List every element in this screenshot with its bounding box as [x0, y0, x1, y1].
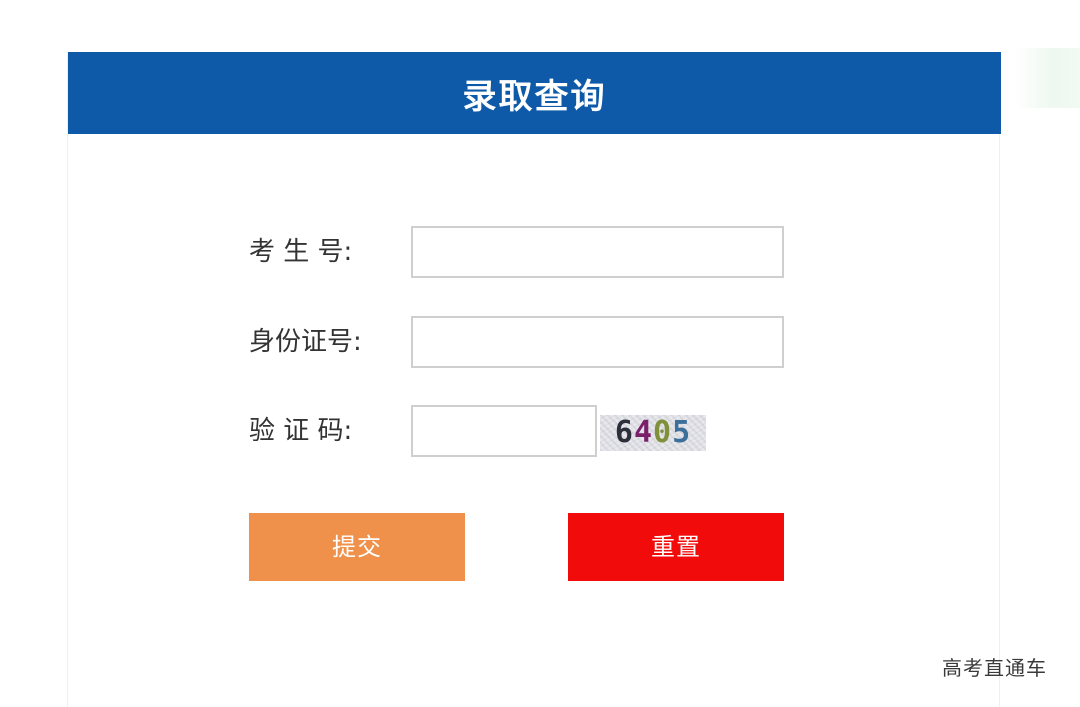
- background-glow: [1015, 48, 1080, 108]
- submit-button[interactable]: 提交: [249, 513, 465, 581]
- captcha-image[interactable]: 6 4 0 5: [600, 415, 706, 451]
- captcha-digit: 0: [653, 415, 673, 450]
- reset-button[interactable]: 重置: [568, 513, 784, 581]
- page-title: 录取查询: [462, 76, 607, 117]
- exam-number-label: 考 生 号:: [249, 237, 353, 267]
- watermark-text: 高考直通车: [942, 656, 1047, 680]
- captcha-digit: 6: [614, 415, 634, 450]
- captcha-label: 验 证 码:: [249, 416, 353, 446]
- captcha-digit: 4: [633, 415, 653, 450]
- exam-number-input[interactable]: [411, 226, 784, 278]
- id-number-input[interactable]: [411, 316, 784, 368]
- panel-header: 录取查询: [68, 52, 1001, 134]
- captcha-input[interactable]: [411, 405, 597, 457]
- admission-query-panel: 录取查询 考 生 号: 身份证号: 验 证 码: 6 4 0 5 提交 重置: [67, 52, 1001, 707]
- captcha-digit: 5: [672, 415, 692, 450]
- id-number-label: 身份证号:: [249, 327, 362, 357]
- page: 录取查询 考 生 号: 身份证号: 验 证 码: 6 4 0 5 提交 重置 高…: [0, 0, 1080, 707]
